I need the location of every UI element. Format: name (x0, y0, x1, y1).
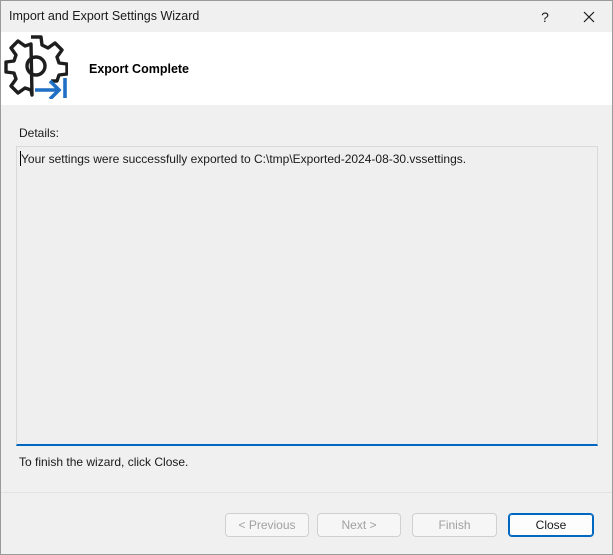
gear-export-icon (4, 35, 68, 99)
page-title: Export Complete (89, 62, 190, 76)
next-button[interactable]: Next > (317, 513, 401, 537)
window-close-button[interactable] (567, 1, 611, 32)
details-textbox[interactable]: Your settings were successfully exported… (16, 146, 598, 446)
title-bar[interactable]: Import and Export Settings Wizard ? (1, 1, 612, 32)
wizard-header: Export Complete (1, 32, 612, 105)
details-text: Your settings were successfully exported… (21, 152, 467, 166)
help-icon: ? (541, 8, 549, 25)
help-button[interactable]: ? (523, 1, 567, 32)
close-button[interactable]: Close (508, 513, 594, 537)
window-title: Import and Export Settings Wizard (9, 9, 200, 23)
previous-button[interactable]: < Previous (225, 513, 309, 537)
close-icon (583, 11, 595, 22)
instruction-text: To finish the wizard, click Close. (19, 455, 189, 469)
footer-divider (1, 492, 612, 493)
details-label: Details: (19, 126, 60, 140)
finish-button[interactable]: Finish (412, 513, 497, 537)
wizard-window: Import and Export Settings Wizard ? Expo… (0, 0, 613, 555)
